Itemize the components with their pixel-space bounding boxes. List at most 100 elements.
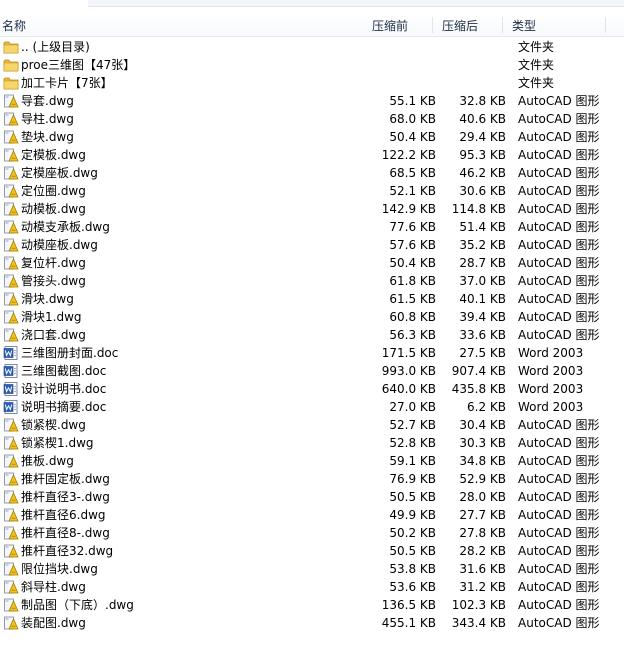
file-row[interactable]: .. (上级目录) 文件夹 — [0, 38, 624, 56]
file-name: 制品图（下底）.dwg — [21, 598, 134, 612]
file-row[interactable]: 限位挡块.dwg 53.8 KB 31.6 KB AutoCAD 图形 — [0, 560, 624, 578]
file-row[interactable]: 导柱.dwg 68.0 KB 40.6 KB AutoCAD 图形 — [0, 110, 624, 128]
file-name: 推杆直径32.dwg — [21, 544, 114, 558]
file-name: 锁紧楔.dwg — [21, 418, 86, 432]
file-type: AutoCAD 图形 — [518, 436, 600, 450]
file-size: 49.9 KB — [389, 508, 436, 522]
autocad-file-icon — [3, 183, 19, 199]
column-header-size[interactable]: 压缩前 — [372, 18, 408, 34]
file-size: 640.0 KB — [381, 382, 436, 396]
file-row[interactable]: 锁紧楔.dwg 52.7 KB 30.4 KB AutoCAD 图形 — [0, 416, 624, 434]
file-size: 50.5 KB — [389, 490, 436, 504]
file-packed-size — [426, 74, 506, 92]
file-row[interactable]: 三维图册封面.doc 171.5 KB 27.5 KB Word 2003 — [0, 344, 624, 362]
file-packed-size: 6.2 KB — [467, 400, 506, 414]
file-row[interactable]: 浇口套.dwg 56.3 KB 33.6 KB AutoCAD 图形 — [0, 326, 624, 344]
autocad-file-icon — [3, 273, 19, 289]
file-row[interactable]: 加工卡片【7张】 文件夹 — [0, 74, 624, 92]
file-name: 定模板.dwg — [21, 148, 86, 162]
autocad-file-icon — [3, 147, 19, 163]
file-name: 限位挡块.dwg — [21, 562, 98, 576]
file-row[interactable]: 滑块.dwg 61.5 KB 40.1 KB AutoCAD 图形 — [0, 290, 624, 308]
file-row[interactable]: 三维图截图.doc 993.0 KB 907.4 KB Word 2003 — [0, 362, 624, 380]
file-type: AutoCAD 图形 — [518, 130, 600, 144]
word-file-icon — [3, 363, 19, 379]
file-packed-size: 30.4 KB — [459, 418, 506, 432]
file-type: AutoCAD 图形 — [518, 616, 600, 630]
autocad-file-icon — [3, 471, 19, 487]
column-header-type[interactable]: 类型 — [512, 18, 536, 34]
file-packed-size — [426, 56, 506, 74]
file-row[interactable]: 定位圈.dwg 52.1 KB 30.6 KB AutoCAD 图形 — [0, 182, 624, 200]
file-size: 59.1 KB — [389, 454, 436, 468]
file-row[interactable]: 推板.dwg 59.1 KB 34.8 KB AutoCAD 图形 — [0, 452, 624, 470]
file-size: 61.5 KB — [389, 292, 436, 306]
column-divider[interactable] — [502, 17, 503, 33]
file-name: 推板.dwg — [21, 454, 74, 468]
file-type: 文件夹 — [518, 58, 555, 72]
file-name: 推杆直径8-.dwg — [21, 526, 110, 540]
file-packed-size: 30.3 KB — [459, 436, 506, 450]
column-header-packed[interactable]: 压缩后 — [442, 18, 478, 34]
file-size: 55.1 KB — [389, 94, 436, 108]
file-size: 57.6 KB — [389, 238, 436, 252]
file-name: 滑块.dwg — [21, 292, 74, 306]
folder-icon — [3, 75, 19, 91]
file-row[interactable]: 装配图.dwg 455.1 KB 343.4 KB AutoCAD 图形 — [0, 614, 624, 632]
file-row[interactable]: 定模座板.dwg 68.5 KB 46.2 KB AutoCAD 图形 — [0, 164, 624, 182]
file-row[interactable]: 复位杆.dwg 50.4 KB 28.7 KB AutoCAD 图形 — [0, 254, 624, 272]
file-packed-size: 51.4 KB — [459, 220, 506, 234]
file-packed-size: 39.4 KB — [459, 310, 506, 324]
file-name: 三维图截图.doc — [21, 364, 107, 378]
file-row[interactable]: 垫块.dwg 50.4 KB 29.4 KB AutoCAD 图形 — [0, 128, 624, 146]
file-size: 76.9 KB — [389, 472, 436, 486]
column-divider[interactable] — [605, 17, 606, 33]
file-type: 文件夹 — [518, 40, 555, 54]
file-type: 文件夹 — [518, 76, 555, 90]
file-size: 52.1 KB — [389, 184, 436, 198]
file-packed-size: 114.8 KB — [451, 202, 506, 216]
file-row[interactable]: 推杆直径6.dwg 49.9 KB 27.7 KB AutoCAD 图形 — [0, 506, 624, 524]
file-row[interactable]: 说明书摘要.doc 27.0 KB 6.2 KB Word 2003 — [0, 398, 624, 416]
file-type: Word 2003 — [518, 382, 584, 396]
file-type: AutoCAD 图形 — [518, 562, 600, 576]
autocad-file-icon — [3, 579, 19, 595]
file-row[interactable]: 定模板.dwg 122.2 KB 95.3 KB AutoCAD 图形 — [0, 146, 624, 164]
file-row[interactable]: 推杆直径8-.dwg 50.2 KB 27.8 KB AutoCAD 图形 — [0, 524, 624, 542]
column-header-name[interactable]: 名称 — [2, 18, 26, 34]
file-row[interactable]: 动模支承板.dwg 77.6 KB 51.4 KB AutoCAD 图形 — [0, 218, 624, 236]
file-row[interactable]: 推杆固定板.dwg 76.9 KB 52.9 KB AutoCAD 图形 — [0, 470, 624, 488]
file-row[interactable]: 推杆直径32.dwg 50.5 KB 28.2 KB AutoCAD 图形 — [0, 542, 624, 560]
file-packed-size: 435.8 KB — [451, 382, 506, 396]
file-packed-size: 95.3 KB — [459, 148, 506, 162]
file-row[interactable]: 管接头.dwg 61.8 KB 37.0 KB AutoCAD 图形 — [0, 272, 624, 290]
file-size: 52.7 KB — [389, 418, 436, 432]
file-row[interactable]: 导套.dwg 55.1 KB 32.8 KB AutoCAD 图形 — [0, 92, 624, 110]
file-packed-size: 28.2 KB — [459, 544, 506, 558]
file-name: 动模座板.dwg — [21, 238, 98, 252]
file-packed-size: 31.6 KB — [459, 562, 506, 576]
file-row[interactable]: 动模座板.dwg 57.6 KB 35.2 KB AutoCAD 图形 — [0, 236, 624, 254]
file-row[interactable]: 制品图（下底）.dwg 136.5 KB 102.3 KB AutoCAD 图形 — [0, 596, 624, 614]
file-packed-size: 35.2 KB — [459, 238, 506, 252]
file-name: 锁紧楔1.dwg — [21, 436, 94, 450]
column-divider[interactable] — [432, 17, 433, 33]
autocad-file-icon — [3, 219, 19, 235]
file-row[interactable]: 滑块1.dwg 60.8 KB 39.4 KB AutoCAD 图形 — [0, 308, 624, 326]
file-size: 27.0 KB — [389, 400, 436, 414]
file-row[interactable]: 斜导柱.dwg 53.6 KB 31.2 KB AutoCAD 图形 — [0, 578, 624, 596]
file-row[interactable]: 推杆直径3-.dwg 50.5 KB 28.0 KB AutoCAD 图形 — [0, 488, 624, 506]
file-row[interactable]: 锁紧楔1.dwg 52.8 KB 30.3 KB AutoCAD 图形 — [0, 434, 624, 452]
file-name: 垫块.dwg — [21, 130, 74, 144]
file-size: 68.0 KB — [389, 112, 436, 126]
file-size: 50.5 KB — [389, 544, 436, 558]
file-row[interactable]: 设计说明书.doc 640.0 KB 435.8 KB Word 2003 — [0, 380, 624, 398]
autocad-file-icon — [3, 561, 19, 577]
file-size: 60.8 KB — [389, 310, 436, 324]
autocad-file-icon — [3, 129, 19, 145]
autocad-file-icon — [3, 237, 19, 253]
file-row[interactable]: proe三维图【47张】 文件夹 — [0, 56, 624, 74]
file-size: 50.4 KB — [389, 130, 436, 144]
file-row[interactable]: 动模板.dwg 142.9 KB 114.8 KB AutoCAD 图形 — [0, 200, 624, 218]
file-name: 设计说明书.doc — [21, 382, 107, 396]
